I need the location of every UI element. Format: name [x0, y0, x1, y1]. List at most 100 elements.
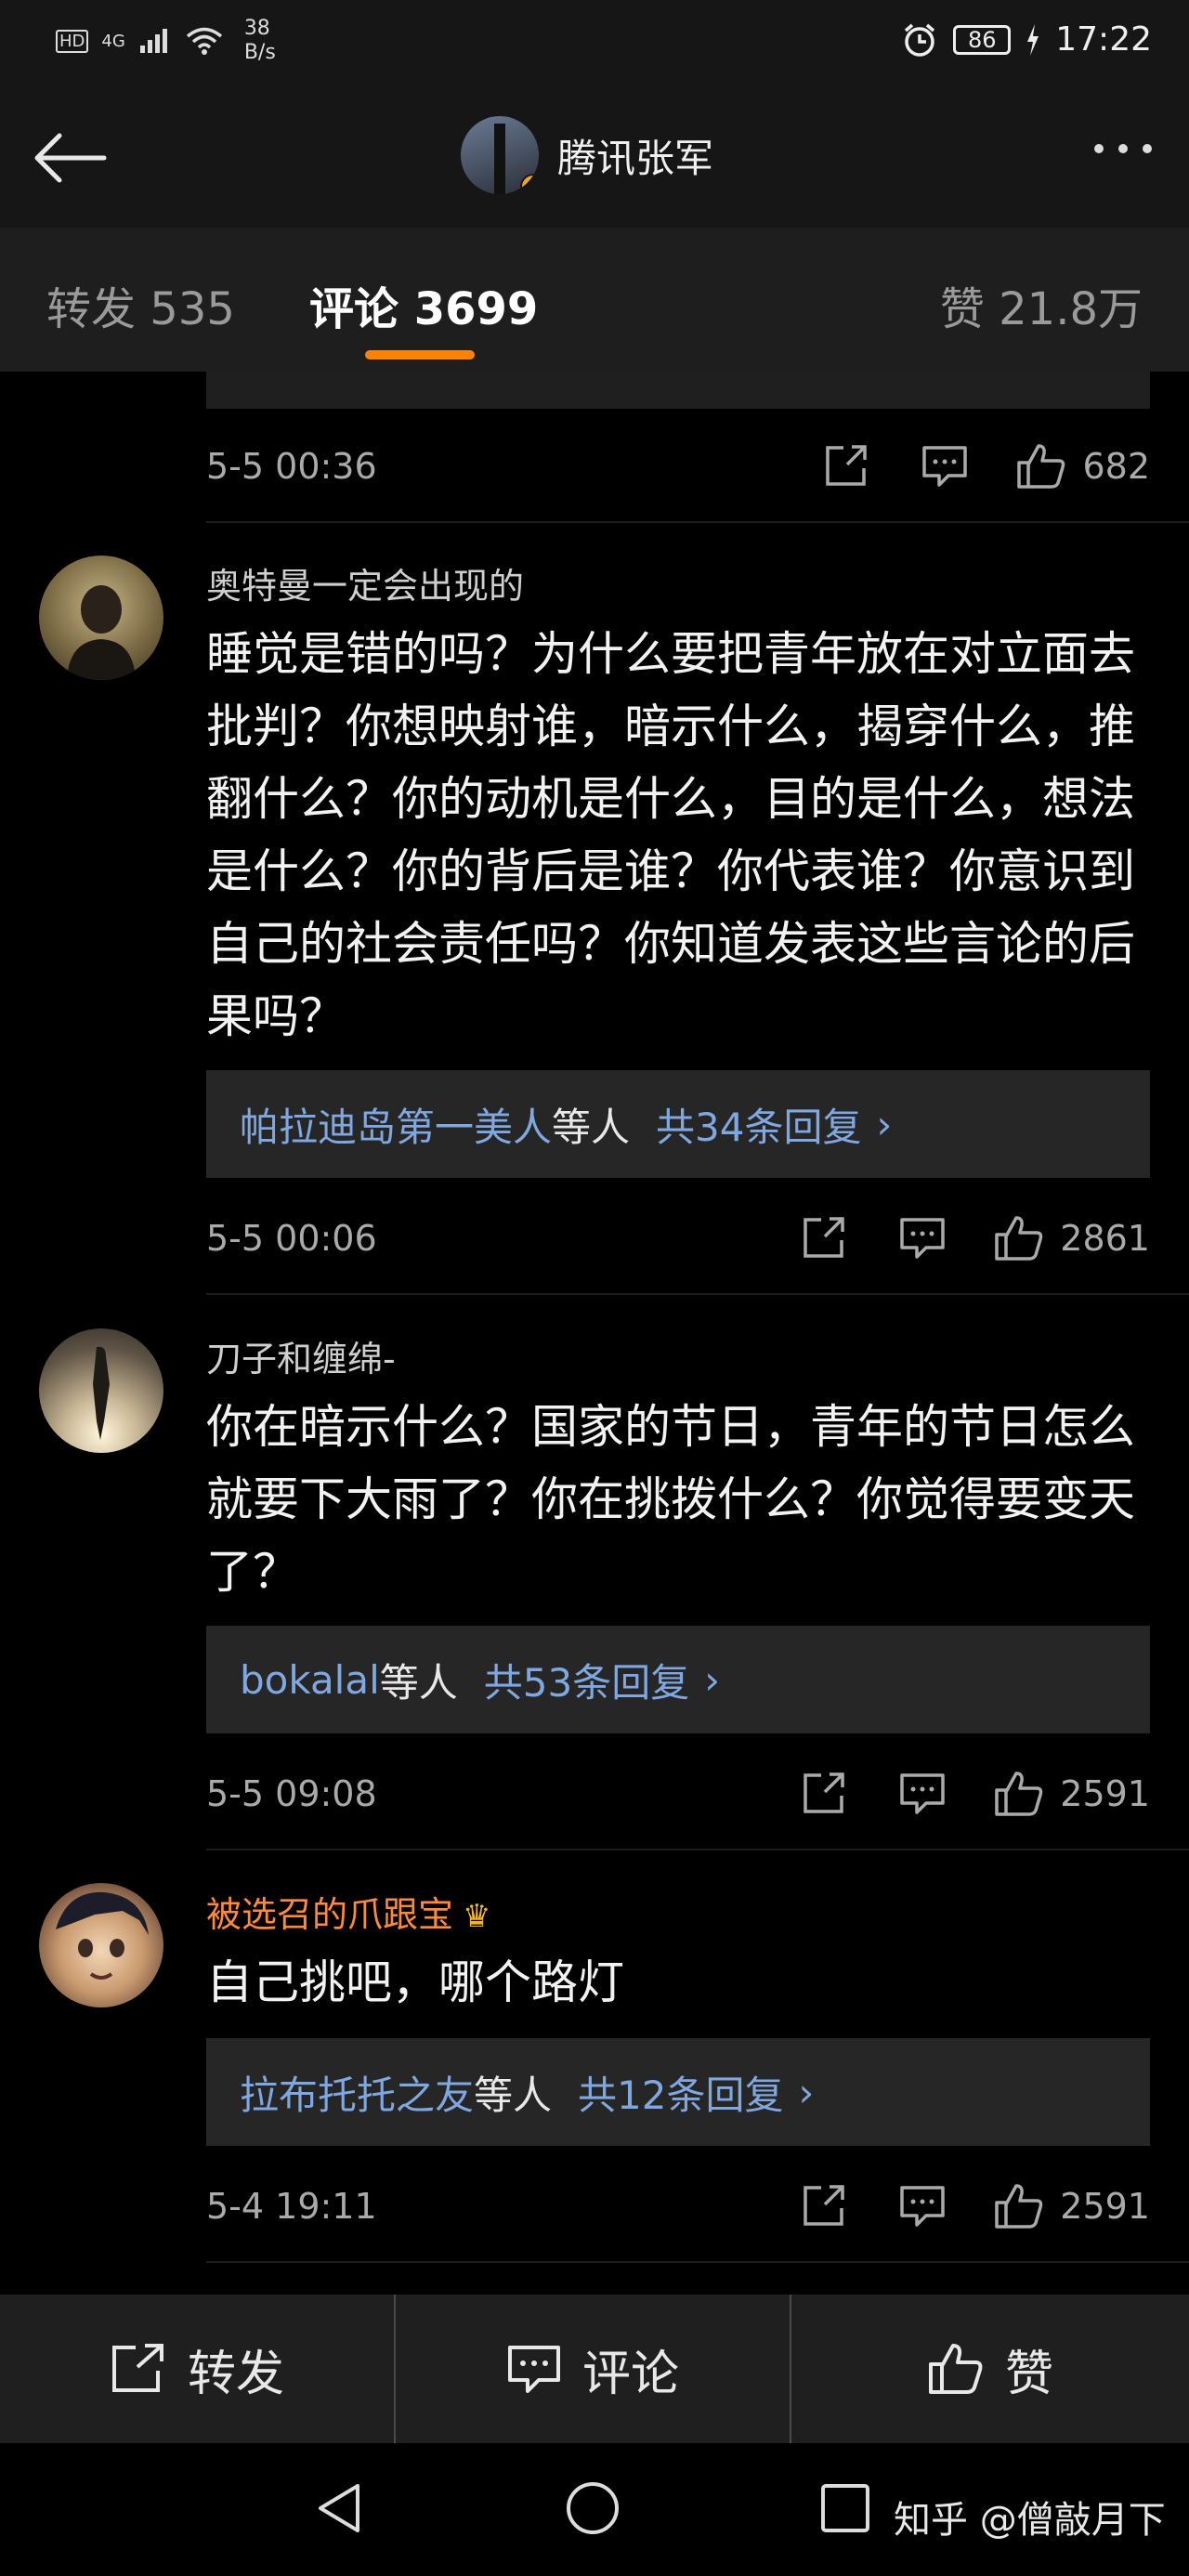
like-button[interactable]: 682: [1015, 442, 1150, 490]
comment-text: 睡觉是错的吗？为什么要把青年放在对立面去批判？你想映射谁，暗示什么，揭穿什么，推…: [206, 627, 1135, 1043]
watermark: 知乎 @僧敲月下: [894, 2499, 1166, 2542]
square-recents-icon: [821, 2484, 869, 2532]
comment-icon: [507, 2346, 560, 2393]
like-label: 赞: [1004, 2346, 1053, 2402]
hd-label: HD: [56, 29, 89, 53]
share-icon: [804, 1772, 845, 1813]
reply-button[interactable]: [895, 2178, 950, 2234]
thumbs-up-icon: [995, 2184, 1043, 2229]
more-dot: [1094, 144, 1104, 153]
alarm-icon: [905, 23, 935, 57]
replies-summary[interactable]: 帕拉迪岛第一美人 等人 共34条回复 ›: [206, 1070, 1150, 1178]
more-dot: [1118, 144, 1128, 153]
repost-label: 转发: [187, 2346, 284, 2402]
nav-home-button[interactable]: [565, 2480, 621, 2536]
comment-icon: [900, 1218, 946, 1259]
share-icon: [826, 445, 868, 486]
chevron-right-icon: ›: [876, 1101, 893, 1147]
back-arrow-icon: [34, 133, 107, 183]
comment-meta: 5-5 00:36 682: [206, 438, 1150, 494]
reply-etc-label: 等人: [379, 1659, 458, 1706]
reply-button[interactable]: [895, 1766, 950, 1822]
avatar-image: [93, 1346, 110, 1440]
share-button[interactable]: [818, 438, 874, 494]
tab-comments[interactable]: 评论 3699: [309, 272, 538, 337]
repost-button[interactable]: 转发: [0, 2295, 394, 2443]
thumbs-up-icon: [1017, 444, 1065, 489]
status-left: HD 4G 38 B/s: [56, 17, 276, 65]
divider: [206, 521, 1189, 523]
reply-box-partial[interactable]: [206, 372, 1150, 409]
comment-date: 5-5 00:06: [206, 1218, 377, 1259]
share-button[interactable]: [796, 1210, 852, 1266]
reply-count-link[interactable]: 共34条回复: [656, 1096, 861, 1153]
comment-text: 你在暗示什么？国家的节日，青年的节日怎么就要下大雨了？你在挑拨什么？你觉得要变天…: [206, 1400, 1135, 1599]
reply-username-link[interactable]: bokalal: [240, 1657, 380, 1703]
top-header: v 腾讯张军: [0, 88, 1189, 228]
reply-username-link[interactable]: 帕拉迪岛第一美人: [240, 1096, 552, 1153]
avatar[interactable]: [39, 1883, 163, 2007]
like-button[interactable]: 2591: [993, 2182, 1150, 2230]
header-account[interactable]: v 腾讯张军: [461, 116, 713, 194]
avatar-image: [67, 585, 136, 680]
like-count: 2591: [1060, 1773, 1150, 1814]
nav-recents-button[interactable]: [817, 2480, 873, 2536]
crown-badge-icon: ♛: [463, 1898, 491, 1935]
battery-indicator: 86: [953, 24, 1012, 55]
comment-meta: 5-4 19:11 2591: [206, 2178, 1150, 2234]
divider: [206, 1849, 1189, 1850]
system-nav-bar: 知乎 @僧敲月下: [0, 2443, 1189, 2576]
comment-feed: 5-5 00:36 682 奥特曼一定会出现的 睡觉是错的吗？为什么要把青年放在…: [0, 372, 1189, 2295]
nav-back-button[interactable]: [311, 2480, 367, 2536]
tab-likes[interactable]: 赞 21.8万: [940, 272, 1143, 337]
charging-icon: [1027, 23, 1039, 56]
avatar[interactable]: [39, 556, 163, 680]
avatar-image: [494, 124, 505, 194]
comment-icon: [922, 446, 968, 487]
comment-icon: [900, 2186, 946, 2227]
comment-button[interactable]: 评论: [396, 2295, 790, 2443]
thumbs-up-icon: [995, 1772, 1043, 1816]
comment-icon: [900, 1773, 946, 1814]
tab-bar: 转发 535 评论 3699 赞 21.8万: [0, 228, 1189, 372]
share-button[interactable]: [796, 1766, 852, 1822]
reply-count-link[interactable]: 共12条回复: [578, 2064, 783, 2121]
comment-meta: 5-5 09:08 2591: [206, 1766, 1150, 1822]
tab-repost[interactable]: 转发 535: [46, 272, 235, 337]
like-button[interactable]: 2591: [993, 1770, 1150, 1818]
reply-button[interactable]: [917, 438, 973, 494]
replies-summary[interactable]: 拉布托托之友 等人 共12条回复 ›: [206, 2038, 1150, 2146]
like-button[interactable]: 2861: [993, 1214, 1150, 1262]
reply-count-link[interactable]: 共53条回复: [484, 1652, 689, 1708]
wifi-icon: [186, 27, 222, 55]
replies-summary[interactable]: bokalal 等人 共53条回复 ›: [206, 1626, 1150, 1733]
share-button[interactable]: [796, 2178, 852, 2234]
avatar-image: [56, 1891, 149, 1980]
circle-home-icon: [567, 2482, 619, 2534]
divider: [206, 2261, 1189, 2263]
network-type-label: 4G: [101, 31, 125, 51]
reply-etc-label: 等人: [474, 2072, 553, 2118]
back-button[interactable]: [28, 125, 111, 190]
more-options-icon[interactable]: [1094, 144, 1152, 153]
comment-username[interactable]: 被选召的爪跟宝 ♛: [206, 1886, 491, 1937]
thumbs-up-icon: [928, 2344, 983, 2394]
comment-date: 5-5 09:08: [206, 1773, 377, 1814]
avatar[interactable]: [39, 1328, 163, 1453]
comment-label: 评论: [581, 2346, 679, 2402]
reply-button[interactable]: [895, 1210, 950, 1266]
page-title: 腾讯张军: [557, 135, 714, 181]
comment-date: 5-4 19:11: [206, 2186, 377, 2227]
account-avatar[interactable]: v: [461, 116, 539, 194]
comment-username[interactable]: 刀子和缠绵-: [206, 1330, 396, 1381]
comment-date: 5-5 00:36: [206, 446, 377, 487]
status-bar: HD 4G 38 B/s 86 17:22: [0, 0, 1189, 88]
comment-username[interactable]: 奥特曼一定会出现的: [206, 557, 524, 608]
more-dot: [1143, 144, 1152, 153]
reply-username-link[interactable]: 拉布托托之友: [240, 2064, 474, 2121]
repost-icon: [111, 2344, 163, 2392]
network-speed-value: 38: [243, 17, 270, 40]
comment-meta: 5-5 00:06 2861: [206, 1210, 1150, 1266]
like-count: 682: [1082, 446, 1150, 487]
like-post-button[interactable]: 赞: [791, 2295, 1189, 2443]
